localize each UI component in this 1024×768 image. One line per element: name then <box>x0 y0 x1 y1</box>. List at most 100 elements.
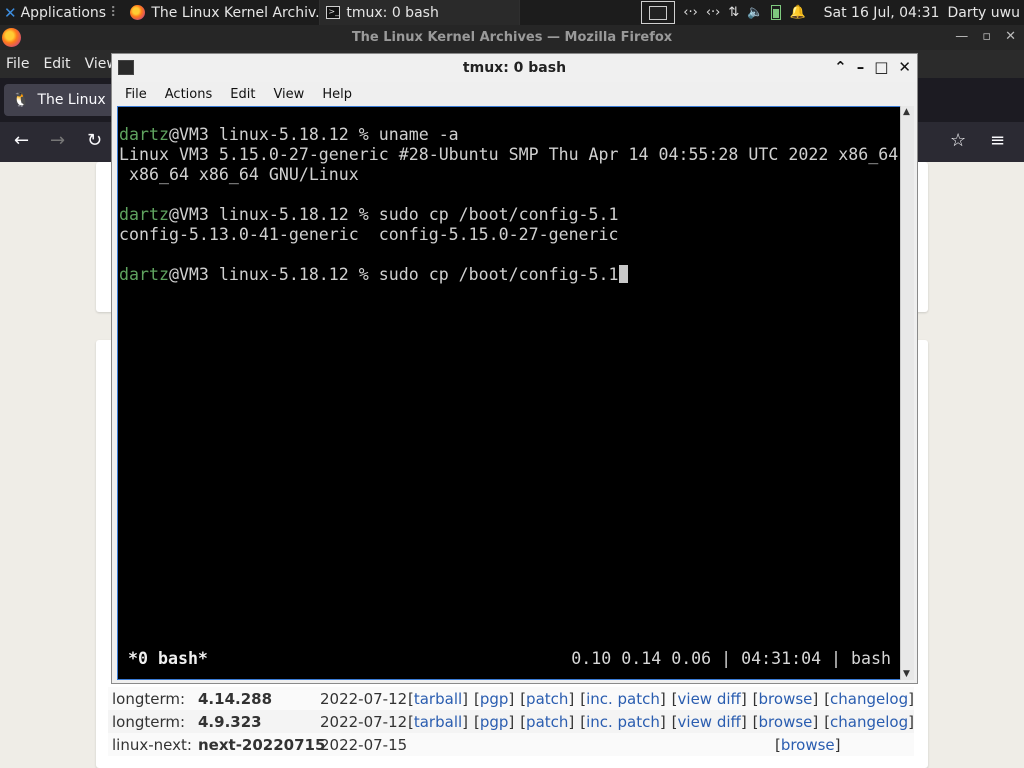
terminal-line: Linux VM3 5.15.0-27-generic #28-Ubuntu S… <box>119 145 899 165</box>
terminal-menu-help[interactable]: Help <box>322 87 352 102</box>
taskbar-item-terminal-label: tmux: 0 bash <box>346 4 439 21</box>
release-link-wrapper: [browse] <box>752 689 819 708</box>
terminal-menubar: File Actions Edit View Help <box>112 82 917 106</box>
terminal-minimize-icon[interactable]: – <box>857 58 865 76</box>
volume-icon[interactable]: 🔈 <box>747 5 763 20</box>
firefox-menu-file[interactable]: File <box>6 56 29 72</box>
release-row: linux-next: next-202207152022-07-15[][][]… <box>108 733 914 756</box>
terminal-screen[interactable]: dartz@VM3 linux-5.18.12 % uname -a Linux … <box>117 106 902 680</box>
taskbar-item-firefox[interactable]: The Linux Kernel Archiv... <box>124 0 321 25</box>
firefox-icon <box>130 5 146 20</box>
terminal-close-icon[interactable]: ✕ <box>898 58 911 76</box>
release-link[interactable]: view diff <box>678 713 741 731</box>
release-link[interactable]: tarball <box>414 690 462 708</box>
firefox-maximize-icon[interactable]: ▫ <box>982 29 991 44</box>
release-link[interactable]: pgp <box>480 713 509 731</box>
forward-arrow-icon[interactable]: → <box>50 130 65 151</box>
prompt-user: dartz <box>119 125 169 144</box>
applications-menu[interactable]: ✕ Applications ⠇ <box>0 0 124 25</box>
release-link[interactable]: pgp <box>480 690 509 708</box>
release-link-wrapper: [view diff] <box>671 712 747 731</box>
release-link[interactable]: changelog <box>830 713 908 731</box>
user-name[interactable]: Darty uwu <box>947 5 1020 21</box>
release-link-wrapper: [browse] <box>774 735 841 754</box>
terminal-line-text: x86_64 x86_64 GNU/Linux <box>119 165 359 184</box>
tray-terminal-icon[interactable] <box>641 1 676 24</box>
releases-table: longterm: 4.14.288 2022-07-12 [tarball] [pgp… <box>108 687 914 756</box>
release-link-wrapper: [changelog] <box>824 712 914 731</box>
release-link[interactable]: tarball <box>414 713 462 731</box>
terminal-maximize-icon[interactable]: □ <box>874 58 888 76</box>
release-link[interactable]: patch <box>526 713 568 731</box>
terminal-line: config-5.13.0-41-generic config-5.15.0-2… <box>119 225 899 245</box>
top-panel: ✕ Applications ⠇ The Linux Kernel Archiv… <box>0 0 1024 25</box>
release-version: 4.9.323 <box>198 712 262 731</box>
terminal-icon: >_ <box>326 6 341 19</box>
release-links: [tarball] [pgp] [patch] [inc. patch] [view d… <box>408 690 914 708</box>
release-link-wrapper: [changelog] <box>824 689 914 708</box>
terminal-output: dartz@VM3 linux-5.18.12 % uname -a Linux … <box>119 125 899 285</box>
taskbar-item-terminal[interactable]: >_ tmux: 0 bash <box>320 0 521 25</box>
release-row: longterm: 4.14.288 2022-07-12 [tarball] [pgp… <box>108 687 914 710</box>
terminal-window: tmux: 0 bash ⌃ – □ ✕ File Actions Edit V… <box>111 53 918 684</box>
release-link-wrapper: [patch] <box>520 712 575 731</box>
back-arrow-icon[interactable]: ← <box>14 130 29 151</box>
notification-bell-icon[interactable]: 🔔 <box>789 5 805 20</box>
release-link-wrapper: [pgp] <box>473 712 515 731</box>
tmux-status-bar: *0 bash* 0.10 0.14 0.06 | 04:31:04 | bas… <box>118 649 901 669</box>
release-date: 2022-07-12 <box>320 712 408 731</box>
firefox-logo-icon <box>2 28 21 47</box>
release-link-wrapper: [tarball] <box>408 689 469 708</box>
scroll-up-icon[interactable]: ▲ <box>903 107 910 117</box>
terminal-line: dartz@VM3 linux-5.18.12 % sudo cp /boot/… <box>119 265 899 285</box>
release-link[interactable]: patch <box>526 690 568 708</box>
terminal-line-text: @VM3 linux-5.18.12 % sudo cp /boot/confi… <box>168 205 619 224</box>
hamburger-menu-icon[interactable]: ≡ <box>990 130 1005 151</box>
terminal-menu-actions[interactable]: Actions <box>165 87 213 102</box>
terminal-title: tmux: 0 bash <box>462 60 567 76</box>
firefox-minimize-icon[interactable]: — <box>955 29 968 44</box>
firefox-menu-edit[interactable]: Edit <box>43 56 70 72</box>
terminal-menu-view[interactable]: View <box>273 87 304 102</box>
network-icon[interactable]: ‹·› <box>683 5 698 20</box>
release-link-wrapper: [pgp] <box>473 689 515 708</box>
transfer-icon[interactable]: ⇅ <box>728 5 739 20</box>
release-version: 4.14.288 <box>198 689 273 708</box>
firefox-window-title: The Linux Kernel Archives — Mozilla Fire… <box>351 30 673 45</box>
release-link[interactable]: browse <box>759 713 813 731</box>
prompt-user: dartz <box>119 265 169 284</box>
network-2-icon[interactable]: ‹·› <box>706 5 721 20</box>
bookmark-star-icon[interactable]: ☆ <box>950 130 966 151</box>
terminal-cursor <box>618 265 628 283</box>
firefox-tab-label: The Linux K <box>37 92 120 108</box>
release-link[interactable]: changelog <box>830 690 908 708</box>
tux-favicon-icon: 🐧 <box>12 92 30 108</box>
terminal-scrollbar[interactable]: ▲ ▼ <box>900 106 914 680</box>
terminal-menu-file[interactable]: File <box>125 87 147 102</box>
release-link[interactable]: inc. patch <box>586 713 660 731</box>
terminal-line: x86_64 x86_64 GNU/Linux <box>119 165 899 185</box>
terminal-line-text: config-5.13.0-41-generic config-5.15.0-2… <box>119 225 619 244</box>
release-link-wrapper: [inc. patch] <box>580 712 666 731</box>
clock[interactable]: Sat 16 Jul, 04:31 <box>824 5 940 21</box>
release-link-wrapper: [view diff] <box>671 689 747 708</box>
release-link[interactable]: browse <box>759 690 813 708</box>
release-date: 2022-07-12 <box>320 689 408 708</box>
terminal-menu-edit[interactable]: Edit <box>230 87 255 102</box>
tmux-status-info: 0.10 0.14 0.06 | 04:31:04 | bash <box>571 649 891 668</box>
reload-icon[interactable]: ↻ <box>87 130 102 151</box>
taskbar-item-firefox-label: The Linux Kernel Archiv... <box>151 4 321 21</box>
menu-separator-icon: ⠇ <box>110 4 121 21</box>
release-link[interactable]: browse <box>781 736 835 754</box>
release-link[interactable]: inc. patch <box>586 690 660 708</box>
scroll-down-icon[interactable]: ▼ <box>903 669 910 679</box>
firefox-close-icon[interactable]: ✕ <box>1005 29 1016 44</box>
terminal-titlebar[interactable]: tmux: 0 bash ⌃ – □ ✕ <box>112 54 917 82</box>
terminal-line-text: Linux VM3 5.15.0-27-generic #28-Ubuntu S… <box>119 145 899 164</box>
terminal-shade-icon[interactable]: ⌃ <box>834 58 847 76</box>
release-link[interactable]: view diff <box>678 690 741 708</box>
battery-icon[interactable] <box>771 5 782 20</box>
release-version: next-20220715 <box>198 735 326 754</box>
release-link-wrapper: [patch] <box>520 689 575 708</box>
